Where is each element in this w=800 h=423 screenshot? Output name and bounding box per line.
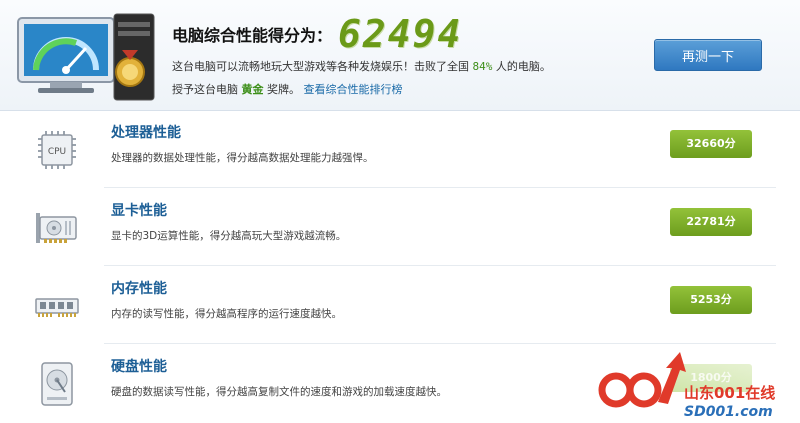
cpu-score-badge: 32660分 — [670, 130, 752, 158]
score-summary-panel: 电脑综合性能得分为： 62494 这台电脑可以流畅地玩大型游戏等各种发烧娱乐！击… — [0, 0, 800, 111]
graphics-score-badge: 22781分 — [670, 208, 752, 236]
memory-score-badge: 5253分 — [670, 286, 752, 314]
award-suffix: 奖牌。 — [263, 83, 300, 96]
description-text: 这台电脑可以流畅地玩大型游戏等各种发烧娱乐！击败了全国 — [172, 60, 473, 73]
overall-score-line: 电脑综合性能得分为： 62494 — [172, 12, 463, 56]
list-item-memory: 内存性能 内存的读写性能，得分越高程序的运行速度越快。 5253分 — [0, 266, 800, 344]
hard-disk-performance-title: 硬盘性能 — [111, 359, 167, 375]
watermark-line2: SD001.com — [684, 404, 773, 420]
hard-disk-icon — [41, 362, 73, 406]
memory-performance-title: 内存性能 — [111, 281, 167, 297]
list-item-graphics: 显卡性能 显卡的3D运算性能，得分越高玩大型游戏越流畅。 22781分 — [0, 188, 800, 266]
cpu-performance-desc: 处理器的数据处理性能，得分越高数据处理能力越强悍。 — [111, 152, 374, 164]
watermark-line1: 山东001在线 — [684, 384, 775, 402]
memory-performance-desc: 内存的读写性能，得分越高程序的运行速度越快。 — [111, 308, 342, 320]
hard-disk-performance-desc: 硬盘的数据读写性能，得分越高复制文件的速度和游戏的加载速度越快。 — [111, 386, 447, 398]
ranking-link[interactable]: 查看综合性能排行榜 — [304, 83, 403, 96]
graphics-performance-desc: 显卡的3D运算性能，得分越高玩大型游戏越流畅。 — [111, 230, 347, 242]
score-title: 电脑综合性能得分为： — [172, 26, 333, 45]
graphics-card-icon — [36, 213, 77, 243]
beat-percentage: 84% — [472, 60, 493, 73]
cpu-icon-label: CPU — [48, 147, 66, 157]
graphics-performance-title: 显卡性能 — [111, 203, 167, 219]
medal-level: 黄金 — [241, 83, 264, 96]
list-item-cpu: CPU 处理器性能 处理器的数据处理性能，得分越高数据处理能力越强悍。 3266… — [0, 110, 800, 188]
overall-score-value: 62494 — [338, 12, 463, 56]
memory-icon — [35, 298, 79, 317]
cpu-icon: CPU — [38, 131, 76, 169]
score-description: 这台电脑可以流畅地玩大型游戏等各种发烧娱乐！击败了全国 84% 人的电脑。 — [172, 58, 551, 74]
retest-button[interactable]: 再测一下 — [654, 39, 762, 71]
cpu-performance-title: 处理器性能 — [111, 125, 181, 141]
award-line: 授予这台电脑 黄金 奖牌。 查看综合性能排行榜 — [172, 81, 403, 97]
description-suffix: 人的电脑。 — [492, 60, 551, 73]
award-prefix: 授予这台电脑 — [172, 83, 242, 96]
performance-gauge-icon — [17, 13, 155, 101]
watermark-logo: 山东001在线 SD001.com — [598, 352, 775, 420]
